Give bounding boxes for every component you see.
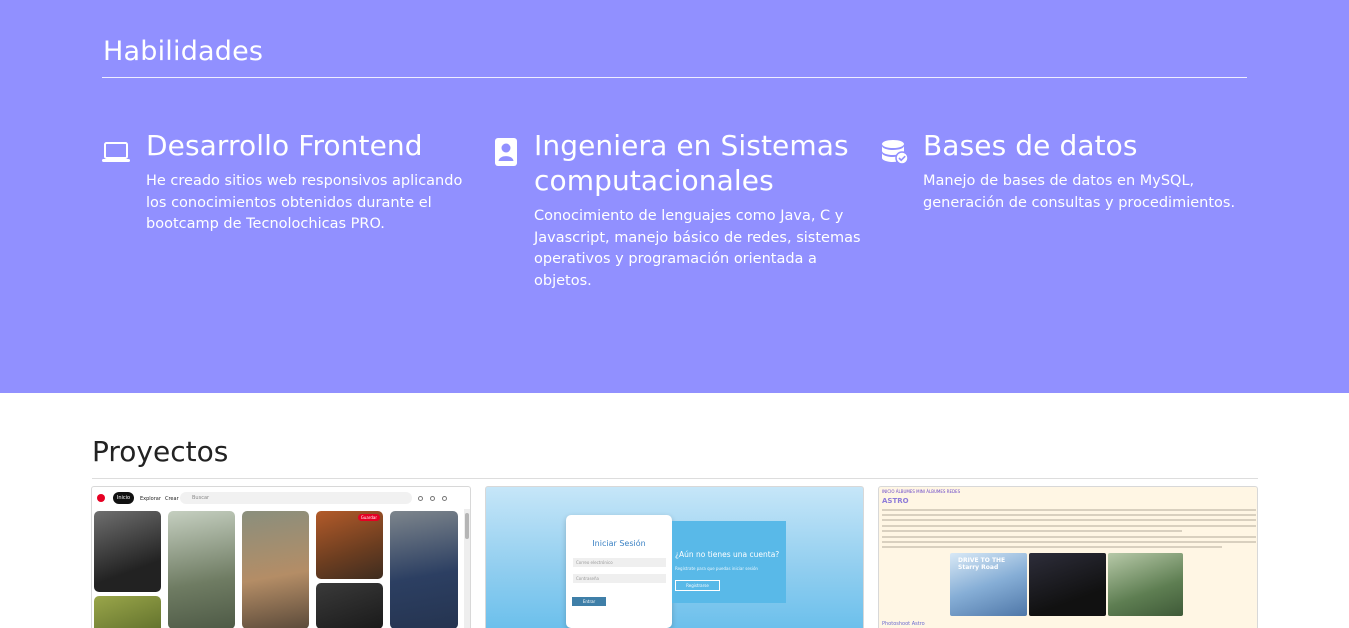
scrollbar-thumb [465,513,469,539]
profile-icon [442,496,447,501]
signup-title: ¿Aún no tienes una cuenta? [675,550,780,559]
login-button-preview: Entrar [572,597,606,606]
text-line [882,525,1256,527]
pinterest-search-bar: Buscar [180,492,412,504]
album-cover: DRIVE TO THE Starry Road [950,553,1027,616]
skills-title: Habilidades [103,36,264,67]
user-badge-icon [492,132,522,166]
astro-footer: Photoshoot Astro [882,621,925,627]
astro-heading: ASTRO [882,497,909,505]
skills-section: Habilidades Desarrollo Frontend He cread… [0,0,1349,393]
pin-image [390,511,458,628]
pin-image [94,511,161,592]
skill-title: Bases de datos [923,129,1138,162]
projects-divider [92,478,1258,479]
text-line [882,530,1182,532]
text-line [882,536,1256,538]
pinterest-explore-tab: Explorar [140,496,161,502]
bell-icon [418,496,423,501]
skill-description: Manejo de bases de datos en MySQL, gener… [923,173,1236,211]
chat-icon [430,496,435,501]
text-line [882,514,1256,516]
skill-description: He creado sitios web responsivos aplican… [146,173,463,232]
pinterest-navbar: Inicio Explorar Crear Buscar [92,487,470,509]
skills-divider [102,77,1247,78]
pinterest-logo-icon [97,494,105,502]
text-line [882,509,1256,511]
pinterest-create-tab: Crear [165,496,179,502]
laptop-icon [102,132,132,166]
pin-image [94,596,161,628]
pin-image [168,511,235,628]
group-photo [1029,553,1106,616]
project-card-astro[interactable]: INICIO ÁLBUMES MINI ÁLBUMES REDES ASTRO … [878,486,1258,628]
group-photo [1108,553,1183,616]
password-field-preview: Contraseña [573,574,666,583]
skill-title: Ingeniera en Sistemas computacionales [534,129,849,197]
login-title: Iniciar Sesión [592,539,646,548]
astro-nav: INICIO ÁLBUMES MINI ÁLBUMES REDES [882,489,961,494]
pin-image [242,511,309,628]
pin-image: Guardar [316,511,383,579]
skill-title: Desarrollo Frontend [146,129,423,162]
signup-button-preview: Registrarse [675,580,720,591]
project-card-pinterest[interactable]: Inicio Explorar Crear Buscar Guardar [91,486,471,628]
signup-text: Regístrate para que puedas iniciar sesió… [675,566,758,571]
text-line [882,546,1222,548]
project-card-login[interactable]: Iniciar Sesión Correo electrónico Contra… [485,486,864,628]
skill-description: Conocimiento de lenguajes como Java, C y… [534,208,861,289]
text-line [882,541,1256,543]
projects-title: Proyectos [92,435,229,468]
signup-panel-preview: ¿Aún no tienes una cuenta? Regístrate pa… [672,521,786,603]
album-title: DRIVE TO THE Starry Road [958,557,1006,571]
login-form-preview: Iniciar Sesión Correo electrónico Contra… [566,515,672,628]
text-line [882,519,1256,521]
pin-save-button: Guardar [357,514,380,521]
email-field-preview: Correo electrónico [573,558,666,567]
database-check-icon [881,132,911,166]
pin-image [316,583,383,628]
pinterest-home-tab: Inicio [113,492,134,504]
